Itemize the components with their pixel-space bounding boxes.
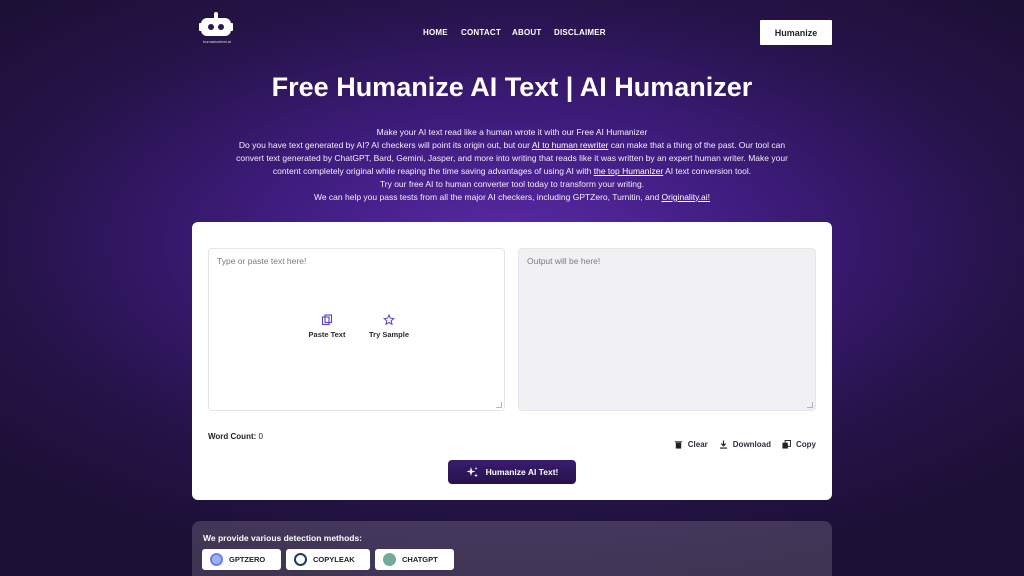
humanize-ai-text-button[interactable]: Humanize AI Text! <box>448 460 576 484</box>
trash-icon <box>674 441 682 449</box>
output-textarea[interactable]: Output will be here! <box>518 248 816 411</box>
page-title: Free Humanize AI Text | AI Humanizer <box>271 72 753 102</box>
copy-button[interactable]: Copy <box>782 440 816 449</box>
output-placeholder: Output will be here! <box>527 256 601 266</box>
originality-link[interactable]: Originality.ai! <box>662 192 711 202</box>
robot-head-icon <box>201 18 231 36</box>
detector-chip-chatgpt[interactable]: CHATGPT <box>375 549 454 570</box>
input-placeholder: Type or paste text here! <box>217 256 307 266</box>
word-count-label: Word Count: <box>208 432 257 441</box>
paste-text-label: Paste Text <box>308 330 346 339</box>
star-icon <box>383 314 395 326</box>
nav-about[interactable]: ABOUT <box>512 28 541 37</box>
intro-line-4: We can help you pass tests from all the … <box>232 191 792 204</box>
copy-label: Copy <box>796 440 816 449</box>
download-icon <box>719 440 727 449</box>
logo[interactable]: humanizetext.ai <box>199 12 233 48</box>
nav-disclaimer[interactable]: DISCLAIMER <box>554 28 606 37</box>
nav-home[interactable]: HOME <box>423 28 448 37</box>
chatgpt-icon <box>383 553 396 566</box>
try-sample-label: Try Sample <box>368 330 410 339</box>
word-count: Word Count: 0 <box>208 432 263 441</box>
detector-label: GPTZERO <box>229 555 266 564</box>
detector-label: CHATGPT <box>402 555 438 564</box>
sparkle-icon <box>466 466 478 477</box>
intro-text-d: We can help you pass tests from all the … <box>313 191 662 202</box>
input-textarea[interactable]: Type or paste text here! <box>208 248 505 411</box>
detector-chip-copyleak[interactable]: COPYLEAK <box>286 549 370 570</box>
robot-eye-right <box>218 24 224 30</box>
nav-contact[interactable]: CONTACT <box>461 28 501 37</box>
detection-heading: We provide various detection methods: <box>203 533 363 543</box>
copy-icon <box>782 440 791 449</box>
intro-line-1: Make your AI text read like a human wrot… <box>376 127 648 137</box>
detector-chip-gptzero[interactable]: GPTZERO <box>202 549 281 570</box>
logo-caption: humanizetext.ai <box>202 39 231 44</box>
detector-label: COPYLEAK <box>313 555 355 564</box>
gptzero-icon <box>210 553 223 566</box>
robot-eye-left <box>208 24 214 30</box>
humanize-nav-button[interactable]: Humanize <box>760 20 832 45</box>
intro-text-c: AI text conversion tool. <box>663 165 752 176</box>
intro-text: Make your AI text read like a human wrot… <box>232 126 792 203</box>
copyleak-icon <box>294 553 307 566</box>
humanize-button-label: Humanize AI Text! <box>485 467 559 477</box>
intro-text-a: Do you have text generated by AI? AI che… <box>238 139 532 150</box>
clear-button[interactable]: Clear <box>674 440 708 449</box>
intro-line-3: Try our free AI to human converter tool … <box>379 178 645 189</box>
robot-ear-right <box>230 23 233 31</box>
humanizer-card: Type or paste text here! Paste Text Try … <box>192 222 832 500</box>
try-sample-button[interactable]: Try Sample <box>364 314 414 339</box>
resize-handle[interactable] <box>807 402 813 408</box>
top-nav: humanizetext.ai HOME CONTACT ABOUT DISCL… <box>0 0 1024 66</box>
word-count-value: 0 <box>258 432 263 441</box>
download-button[interactable]: Download <box>719 440 771 449</box>
clear-label: Clear <box>687 440 708 449</box>
detection-methods-panel: We provide various detection methods: GP… <box>192 521 832 576</box>
paste-icon <box>321 314 333 326</box>
download-label: Download <box>732 440 771 449</box>
intro-paragraph: Do you have text generated by AI? AI che… <box>232 139 792 178</box>
top-humanizer-link[interactable]: the top Humanizer <box>594 166 663 176</box>
paste-text-button[interactable]: Paste Text <box>304 314 350 339</box>
resize-handle[interactable] <box>496 402 502 408</box>
output-actions: Clear Download Copy <box>674 440 816 449</box>
ai-to-human-rewriter-link[interactable]: AI to human rewriter <box>532 140 609 150</box>
robot-ear-left <box>199 23 202 31</box>
